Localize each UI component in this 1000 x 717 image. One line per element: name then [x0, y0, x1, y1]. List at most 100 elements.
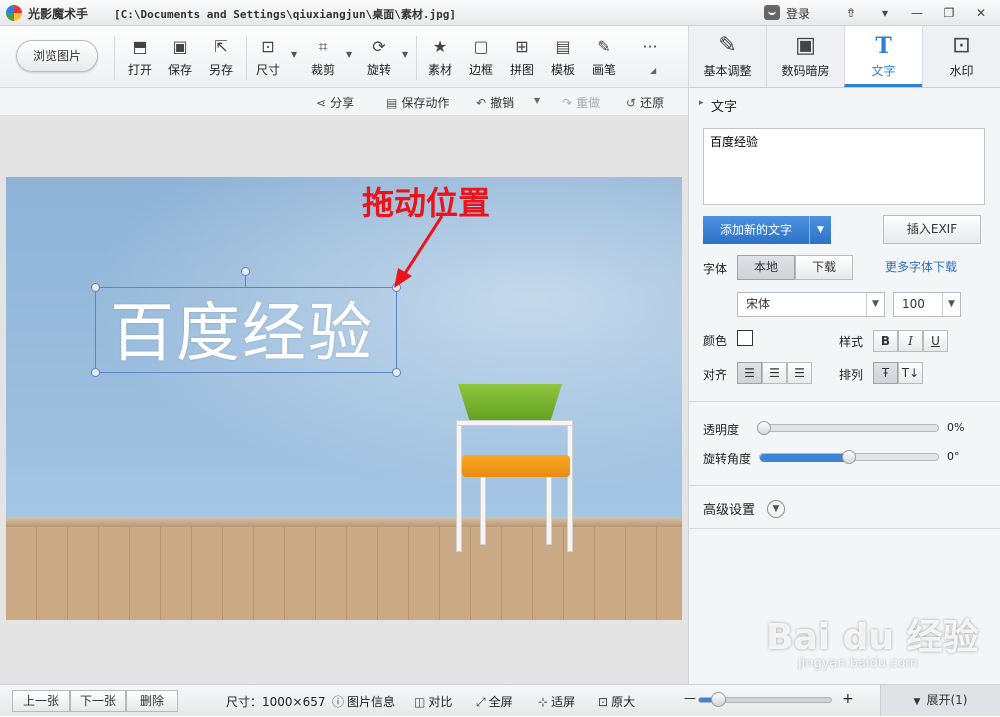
- sticker-button[interactable]: ★ 素材: [420, 38, 460, 82]
- align-center-button[interactable]: ☰: [762, 362, 787, 384]
- collapse-arrow-icon[interactable]: ▸: [699, 98, 704, 108]
- image-info-button[interactable]: ⓘ 图片信息: [332, 693, 395, 710]
- font-label: 字体: [703, 262, 728, 276]
- tab-text[interactable]: T 文字: [844, 26, 922, 87]
- more-dropdown-icon[interactable]: ◢: [650, 66, 656, 75]
- user-face-icon[interactable]: [764, 5, 780, 20]
- redo-icon: ↷: [562, 96, 573, 110]
- crop-button[interactable]: ⌗ 裁剪: [303, 38, 343, 82]
- undo-dropdown-icon[interactable]: ▼: [534, 96, 540, 105]
- font-local-toggle[interactable]: 本地: [737, 255, 795, 280]
- redo-button[interactable]: ↷ 重做: [562, 94, 600, 111]
- restore-button[interactable]: ↺ 还原: [626, 94, 664, 111]
- more-tools-button[interactable]: ···: [630, 38, 670, 82]
- fullscreen-button[interactable]: ⤢ 全屏: [476, 693, 513, 710]
- original-size-icon: ⊡: [598, 695, 609, 709]
- collage-label: 拼图: [509, 63, 534, 77]
- zoom-out-button[interactable]: —: [684, 691, 696, 705]
- align-right-button[interactable]: ☰: [787, 362, 812, 384]
- undo-button[interactable]: ↶ 撤销: [476, 94, 514, 111]
- skin-button[interactable]: ⇮: [834, 2, 868, 24]
- minimize-button[interactable]: —: [900, 2, 934, 24]
- previous-image-button[interactable]: 上一张: [12, 690, 70, 712]
- align-left-icon: ☰: [744, 366, 755, 380]
- compare-button[interactable]: ◫ 对比: [414, 693, 452, 710]
- baseboard: [6, 517, 682, 527]
- original-size-button[interactable]: ⊡ 原大: [598, 693, 635, 710]
- vertical-text-button[interactable]: T↓: [898, 362, 923, 384]
- close-button[interactable]: ✕: [964, 2, 998, 24]
- font-family-select[interactable]: 宋体 ▼: [737, 292, 885, 317]
- underline-button[interactable]: U: [923, 330, 948, 352]
- horizontal-text-button[interactable]: Ŧ: [873, 362, 898, 384]
- template-button[interactable]: ▤ 模板: [543, 38, 583, 82]
- zoom-in-button[interactable]: +: [842, 691, 854, 707]
- sticker-icon: ★: [432, 37, 448, 56]
- expand-label: 展开(1): [926, 693, 968, 707]
- collage-button[interactable]: ⊞ 拼图: [502, 38, 542, 82]
- maximize-button[interactable]: ❐: [932, 2, 966, 24]
- tab-label: 文字: [871, 64, 896, 78]
- browse-images-button[interactable]: 浏览图片: [16, 40, 98, 72]
- align-left-button[interactable]: ☰: [737, 362, 762, 384]
- open-button[interactable]: ⬒ 打开: [120, 38, 160, 82]
- text-content-input[interactable]: [703, 128, 985, 205]
- resize-handle-bl[interactable]: [91, 368, 100, 377]
- font-size-value: 100: [902, 297, 925, 311]
- rotate-dropdown-icon[interactable]: ▼: [402, 50, 408, 59]
- font-download-toggle[interactable]: 下载: [795, 255, 853, 280]
- add-text-button[interactable]: 添加新的文字: [703, 216, 809, 244]
- open-icon: ⬒: [132, 37, 148, 56]
- fullscreen-label: 全屏: [488, 695, 513, 709]
- brush-button[interactable]: ✎ 画笔: [584, 38, 624, 82]
- rotation-handle[interactable]: [241, 267, 250, 276]
- tab-basic-adjust[interactable]: ✎ 基本调整: [688, 26, 766, 87]
- arrange-label: 排列: [839, 368, 864, 382]
- text-settings-panel: ▸ 文字 添加新的文字 ▼ 插入EXIF 字体 本地 下载 更多字体下载 宋体 …: [688, 88, 1000, 684]
- rotate-icon: ⟳: [372, 37, 386, 56]
- font-size-select[interactable]: 100 ▼: [893, 292, 961, 317]
- crop-dropdown-icon[interactable]: ▼: [346, 50, 352, 59]
- image-size: 尺寸：1000×657: [226, 695, 326, 709]
- save-button[interactable]: ▣ 保存: [160, 38, 200, 82]
- opacity-slider-thumb[interactable]: [757, 421, 771, 435]
- baidu-watermark: Bai du 经验: [766, 617, 979, 658]
- tab-digital-darkroom[interactable]: ▣ 数码暗房: [766, 26, 844, 87]
- chevron-down-icon[interactable]: ▼: [767, 500, 785, 518]
- border-button[interactable]: ▢ 边框: [461, 38, 501, 82]
- resize-handle-br[interactable]: [392, 368, 401, 377]
- rotate-button[interactable]: ⟳ 旋转: [359, 38, 399, 82]
- save-as-button[interactable]: ⇱ 另存: [201, 38, 241, 82]
- login-link[interactable]: 登录: [786, 5, 810, 22]
- resize-icon: ⊡: [261, 37, 275, 56]
- next-image-button[interactable]: 下一张: [70, 690, 126, 712]
- save-action-button[interactable]: ▤ 保存动作: [386, 94, 449, 111]
- save-as-label: 另存: [208, 63, 233, 77]
- add-text-dropdown-icon[interactable]: ▼: [809, 216, 831, 244]
- original-size-label: 原大: [611, 695, 636, 709]
- menu-button[interactable]: ▾: [868, 2, 902, 24]
- rotation-slider-thumb[interactable]: [842, 450, 856, 464]
- resize-handle-tl[interactable]: [91, 283, 100, 292]
- zoom-slider-thumb[interactable]: [711, 692, 727, 707]
- more-fonts-link[interactable]: 更多字体下载: [885, 258, 957, 275]
- expand-button[interactable]: ▼ 展开(1): [880, 685, 1000, 716]
- advanced-settings-label[interactable]: 高级设置: [703, 499, 755, 518]
- bold-button[interactable]: B: [873, 330, 898, 352]
- resize-dropdown-icon[interactable]: ▼: [291, 50, 297, 59]
- sticker-label: 素材: [427, 63, 452, 77]
- resize-button[interactable]: ⊡ 尺寸: [248, 38, 288, 82]
- fit-screen-button[interactable]: ⊹ 适屏: [538, 693, 575, 710]
- opacity-value: 0%: [947, 421, 965, 434]
- chair-back: [458, 384, 562, 424]
- insert-exif-button[interactable]: 插入EXIF: [883, 215, 981, 244]
- restore-icon: ↺: [626, 96, 637, 110]
- italic-button[interactable]: I: [898, 330, 923, 352]
- tab-watermark[interactable]: ⊡ 水印: [922, 26, 1000, 87]
- chair-leg: [567, 422, 573, 552]
- delete-image-button[interactable]: 删除: [126, 690, 178, 712]
- overlay-text[interactable]: 百度经验: [110, 282, 374, 374]
- color-swatch[interactable]: [737, 330, 753, 346]
- share-button[interactable]: ⋖ 分享: [316, 94, 354, 111]
- opacity-slider[interactable]: [759, 424, 939, 432]
